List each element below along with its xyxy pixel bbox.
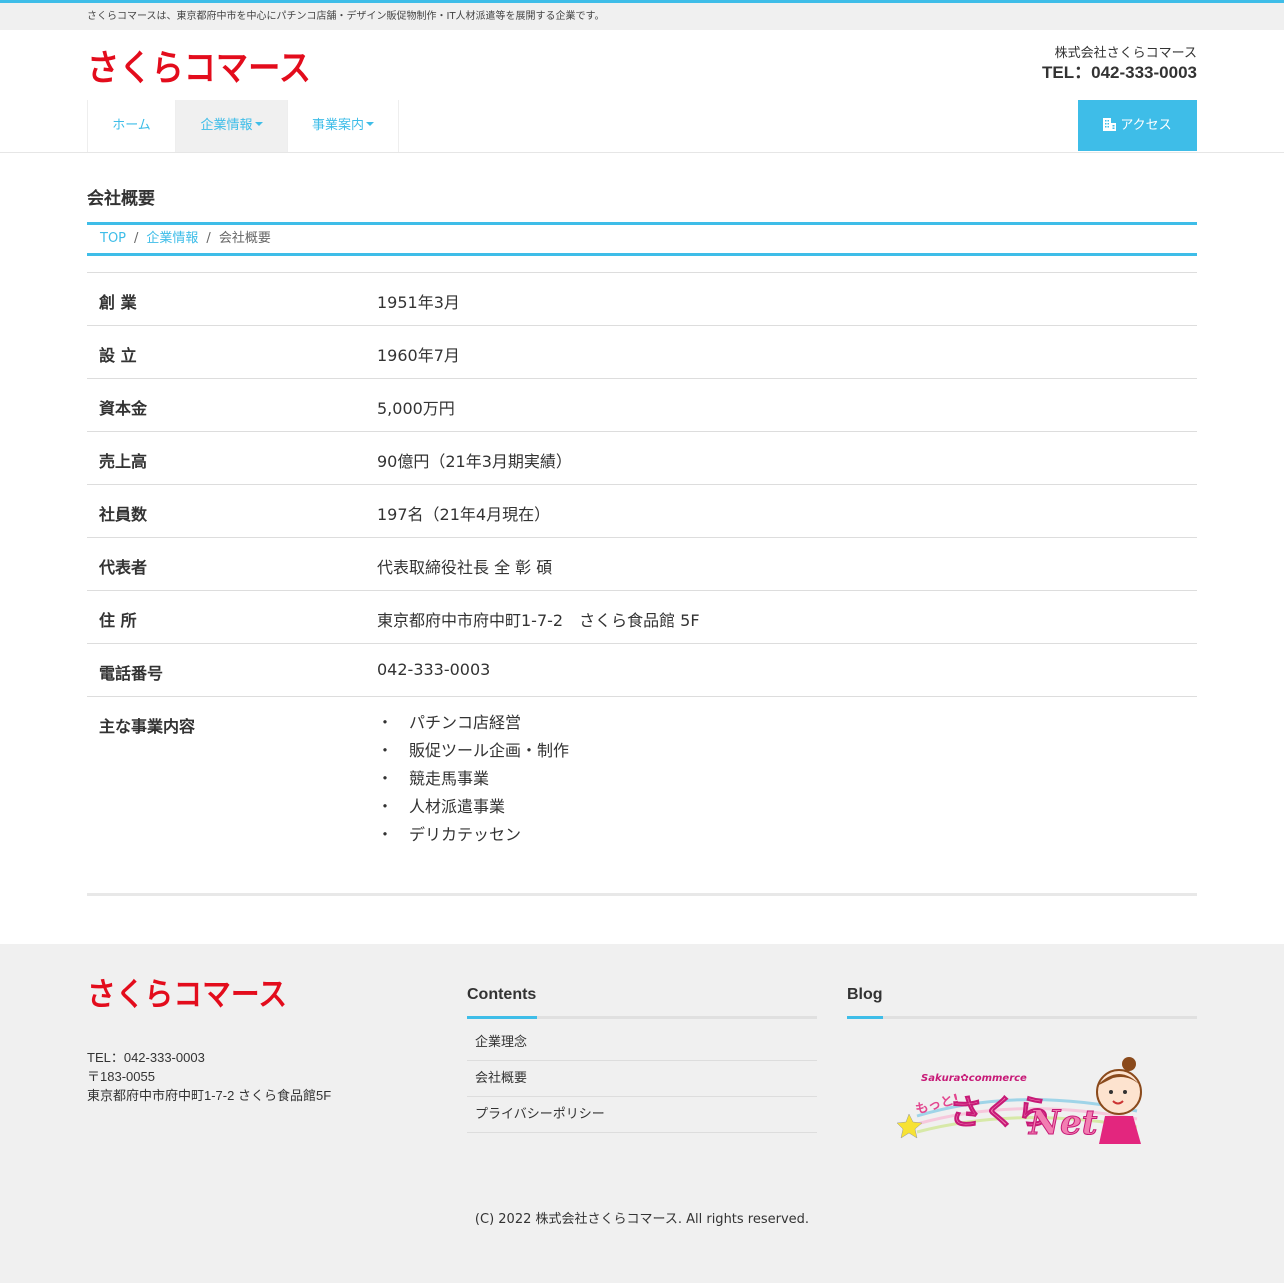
mascot-icon (1096, 1057, 1142, 1144)
list-item-label: 人材派遣事業 (409, 797, 506, 816)
list-item: ・パチンコ店経営 (377, 713, 1197, 741)
nav-business-label: 事業案内 (311, 118, 364, 133)
footer-address: 東京都府中市府中町1-7-2 さくら食品館5F (87, 1088, 332, 1103)
footer-link-overview[interactable]: 会社概要 (467, 1061, 817, 1097)
table-row: 電話番号 042-333-0003 (87, 643, 1197, 697)
company-contact: 株式会社さくらコマース TEL：042-333-0003 (1042, 45, 1197, 83)
blog-banner-top: Sakura✿commerce (921, 1073, 1027, 1084)
table-row: 社員数 197名（21年4月現在） (87, 484, 1197, 538)
nav-home[interactable]: ホーム (87, 100, 175, 152)
row-key: 主な事業内容 (87, 696, 377, 893)
row-key: 代表者 (87, 537, 377, 591)
building-icon (1103, 118, 1117, 131)
breadcrumb-top[interactable]: TOP (100, 231, 126, 246)
footer-link-privacy[interactable]: プライバシーポリシー (467, 1097, 817, 1133)
table-row: 創 業 1951年3月 (87, 272, 1197, 326)
list-item: ・競走馬事業 (377, 769, 1197, 797)
footer-link-philosophy[interactable]: 企業理念 (467, 1025, 817, 1061)
footer-logo-text: さくらコマース (87, 975, 287, 1009)
header-tel[interactable]: TEL：042-333-0003 (1042, 63, 1197, 83)
list-item: ・人材派遣事業 (377, 797, 1197, 825)
row-key: 売上高 (87, 431, 377, 485)
chevron-down-icon (366, 122, 374, 126)
nav-company-info[interactable]: 企業情報 (175, 100, 287, 152)
list-item-label: 販促ツール企画・制作 (409, 741, 570, 760)
footer-contents-title: Contents (467, 986, 537, 1003)
list-item-label: 競走馬事業 (409, 769, 490, 788)
main-nav: ホーム 企業情報 事業案内 アクセス (0, 100, 1284, 153)
footer-zip: 〒183-0055 (87, 1069, 155, 1084)
footer-tel: TEL：042-333-0003 (87, 1050, 205, 1065)
row-value: 90億円（21年3月期実績） (377, 431, 1197, 485)
list-item: ・デリカテッセン (377, 825, 1197, 853)
business-list: ・パチンコ店経営 ・販促ツール企画・制作 ・競走馬事業 ・人材派遣事業 ・デリカ… (377, 713, 1197, 853)
access-button[interactable]: アクセス (1078, 100, 1197, 151)
blog-banner-net: Net (1028, 1103, 1098, 1143)
top-info-bar: さくらコマースは、東京都府中市を中心にパチンコ店舗・デザイン販促物制作・IT人材… (0, 0, 1284, 30)
row-key: 電話番号 (87, 643, 377, 697)
nav-company-info-label: 企業情報 (200, 118, 253, 133)
bullet: ・ (377, 713, 394, 732)
site-footer: さくらコマース TEL：042-333-0003 〒183-0055 東京都府中… (0, 944, 1284, 1283)
breadcrumb-separator: / (206, 231, 211, 246)
nav-home-label: ホーム (112, 118, 151, 133)
row-value: 1960年7月 (377, 325, 1197, 379)
company-name: 株式会社さくらコマース (1054, 46, 1197, 61)
blog-banner[interactable]: Sakura✿commerce もっと! さくら Net (897, 1056, 1149, 1144)
nav-business[interactable]: 事業案内 (287, 100, 399, 152)
table-row: 売上高 90億円（21年3月期実績） (87, 431, 1197, 485)
main-content: 会社概要 TOP / 企業情報 / 会社概要 創 業 1951年3月 設 立 1960年7月… (87, 184, 1197, 896)
row-key: 創 業 (87, 272, 377, 326)
footer-contact: TEL：042-333-0003 〒183-0055 東京都府中市府中町1-7-… (87, 1048, 331, 1105)
table-row: 住 所東京都府中市府中町1-7-2 さくら食品館 5F (87, 590, 1197, 644)
row-value: 代表取締役社長 全 彰 碩 (377, 537, 1197, 591)
footer-blog-rule (847, 1016, 1197, 1019)
row-key: 住 所 (87, 590, 377, 644)
site-header: さくらコマース 株式会社さくらコマース TEL：042-333-0003 (87, 30, 1197, 100)
breadcrumb-company-info[interactable]: 企業情報 (146, 231, 198, 246)
row-key: 設 立 (87, 325, 377, 379)
copyright: (C) 2022 株式会社さくらコマース. All rights reserve… (474, 1212, 810, 1227)
row-key: 資本金 (87, 378, 377, 432)
breadcrumb-separator: / (134, 231, 139, 246)
row-value: 197名（21年4月現在） (377, 484, 1197, 538)
access-label: アクセス (1120, 118, 1172, 133)
row-value: 5,000万円 (377, 378, 1197, 432)
row-key: 社員数 (87, 484, 377, 538)
list-item-label: パチンコ店経営 (409, 713, 522, 732)
table-row: 代表者 代表取締役社長 全 彰 碩 (87, 537, 1197, 591)
table-row: 主な事業内容 ・パチンコ店経営 ・販促ツール企画・制作 ・競走馬事業 ・人材派遣… (87, 696, 1197, 893)
company-info-table: 創 業 1951年3月 設 立 1960年7月 資本金 5,000万円 売上高 90億円… (87, 272, 1197, 893)
bullet: ・ (377, 825, 394, 844)
row-value: 042-333-0003 (377, 643, 1197, 697)
content-divider (87, 892, 1197, 896)
list-item-label: デリカテッセン (409, 825, 522, 844)
bullet: ・ (377, 769, 394, 788)
bullet: ・ (377, 797, 394, 816)
list-item: ・販促ツール企画・制作 (377, 741, 1197, 769)
business-list-cell: ・パチンコ店経営 ・販促ツール企画・制作 ・競走馬事業 ・人材派遣事業 ・デリカ… (377, 696, 1197, 893)
table-row: 資本金 5,000万円 (87, 378, 1197, 432)
row-value: 東京都府中市府中町1-7-2 さくら食品館 5F (377, 590, 1197, 644)
row-value: 1951年3月 (377, 272, 1197, 326)
footer-links: 企業理念 会社概要 プライバシーポリシー (467, 1034, 817, 1133)
breadcrumb-current: 会社概要 (218, 231, 271, 246)
bullet: ・ (377, 741, 394, 760)
footer-contents-rule (467, 1016, 817, 1019)
breadcrumb: TOP / 企業情報 / 会社概要 (87, 222, 1197, 256)
table-row: 設 立 1960年7月 (87, 325, 1197, 379)
page-title: 会社概要 (87, 189, 155, 209)
footer-logo[interactable]: さくらコマース (87, 975, 289, 1009)
chevron-down-icon (254, 122, 263, 126)
logo-text: さくらコマース (87, 48, 311, 85)
top-info-text: さくらコマースは、東京都府中市を中心にパチンコ店舗・デザイン販促物制作・IT人材… (87, 11, 605, 22)
footer-blog-title: Blog (847, 986, 883, 1003)
